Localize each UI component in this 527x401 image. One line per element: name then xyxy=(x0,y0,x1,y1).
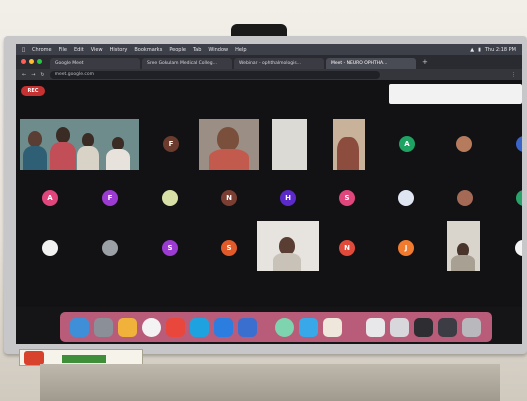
skype-icon[interactable] xyxy=(190,317,209,337)
participant-photo-avatar[interactable] xyxy=(516,136,522,152)
avatar-letter: A xyxy=(404,140,410,148)
participant-avatar[interactable]: S xyxy=(162,240,178,256)
participant-photo-avatar[interactable] xyxy=(516,190,522,206)
participant-photo-avatar[interactable] xyxy=(515,240,522,256)
participant-photo-avatar[interactable] xyxy=(398,190,414,206)
avatar-letter: H xyxy=(285,194,291,202)
finder-icon[interactable] xyxy=(70,317,89,337)
menu-edit[interactable]: Edit xyxy=(74,47,84,53)
participant-avatar[interactable]: F xyxy=(163,136,179,152)
photos-icon[interactable] xyxy=(118,317,137,337)
avatar-letter: J xyxy=(404,244,408,252)
url-text: meet.google.com xyxy=(54,72,95,77)
menu-file[interactable]: File xyxy=(59,47,67,53)
monitor-logo xyxy=(252,347,274,352)
window-controls xyxy=(21,59,42,64)
app-icon[interactable] xyxy=(275,317,294,337)
menu-window[interactable]: Window xyxy=(208,47,228,53)
participant-video[interactable] xyxy=(199,119,259,170)
participant-avatar[interactable]: S xyxy=(339,190,355,206)
participant-photo-avatar[interactable] xyxy=(102,240,118,256)
reload-icon[interactable]: ↻ xyxy=(40,72,44,78)
tab-webinar[interactable]: Webinar - ophthalmologis... xyxy=(234,58,324,69)
app-icon[interactable] xyxy=(323,317,342,337)
menu-people[interactable]: People xyxy=(169,47,186,53)
participant-video[interactable] xyxy=(272,119,307,170)
participant-photo-avatar[interactable] xyxy=(162,190,178,206)
mac-menubar:  Chrome File Edit View History Bookmark… xyxy=(16,44,522,55)
participant-avatar[interactable]: N xyxy=(339,240,355,256)
participant-avatar[interactable]: J xyxy=(398,240,414,256)
app-icon[interactable] xyxy=(299,317,318,337)
participant-video[interactable] xyxy=(333,119,365,170)
avatar-letter: F xyxy=(168,140,174,148)
menu-dots-icon[interactable]: ⋮ xyxy=(511,72,522,78)
tab-meet-neuro[interactable]: Meet - NEURO OPHTHA... xyxy=(326,58,416,69)
launchpad-icon[interactable] xyxy=(94,317,113,337)
avatar-letter: S xyxy=(167,244,173,252)
wifi-icon[interactable]: ▲ xyxy=(470,47,474,53)
participant-photo-avatar[interactable] xyxy=(42,240,58,256)
app-icon[interactable] xyxy=(366,317,385,337)
back-icon[interactable]: ← xyxy=(22,72,26,78)
menu-bookmarks[interactable]: Bookmarks xyxy=(134,47,162,53)
menu-chrome[interactable]: Chrome xyxy=(32,47,52,53)
participant-photo-avatar[interactable] xyxy=(457,190,473,206)
forward-icon[interactable]: → xyxy=(31,72,35,78)
avatar-letter: S xyxy=(344,194,350,202)
participant-video-group[interactable] xyxy=(20,119,139,170)
tab-google-meet[interactable]: Google Meet xyxy=(50,58,140,69)
app-icon[interactable] xyxy=(238,317,257,337)
avatar-letter: F xyxy=(107,194,113,202)
menubar-clock[interactable]: Thu 2:18 PM xyxy=(485,47,516,53)
avatar-letter: N xyxy=(344,244,350,252)
rec-label: REC xyxy=(27,88,39,94)
participant-avatar[interactable]: A xyxy=(42,190,58,206)
avatar-letter: A xyxy=(47,194,53,202)
battery-icon[interactable]: ▮ xyxy=(478,47,481,53)
chrome-icon[interactable] xyxy=(142,317,161,337)
participant-photo-avatar[interactable] xyxy=(456,136,472,152)
avatar-letter: N xyxy=(226,194,232,202)
maximize-window-icon[interactable] xyxy=(37,59,42,64)
participant-avatar[interactable]: H xyxy=(280,190,296,206)
app-icon[interactable] xyxy=(166,317,185,337)
tab-label: Google Meet xyxy=(55,61,84,66)
app-icon[interactable] xyxy=(414,317,433,337)
tab-label: Webinar - ophthalmologis... xyxy=(239,61,301,66)
participant-video[interactable] xyxy=(257,221,319,271)
minimize-window-icon[interactable] xyxy=(29,59,34,64)
menu-tab[interactable]: Tab xyxy=(193,47,201,53)
browser-tabbar: Google Meet Sree Gokulam Medical Colleg.… xyxy=(16,55,522,69)
notification-panel[interactable] xyxy=(389,84,522,104)
participant-avatar[interactable]: F xyxy=(102,190,118,206)
participant-avatar[interactable]: S xyxy=(221,240,237,256)
meet-grid: REC F A A F N H S S S N J xyxy=(16,80,522,307)
monitor-screen:  Chrome File Edit View History Bookmark… xyxy=(16,44,522,344)
close-window-icon[interactable] xyxy=(21,59,26,64)
menu-history[interactable]: History xyxy=(110,47,128,53)
address-toolbar: ← → ↻ meet.google.com ⋮ xyxy=(16,69,522,80)
recording-badge: REC xyxy=(21,86,45,96)
apple-icon[interactable]:  xyxy=(22,47,25,53)
app-icon[interactable] xyxy=(438,317,457,337)
trash-icon[interactable] xyxy=(462,317,481,337)
participant-avatar[interactable]: N xyxy=(221,190,237,206)
new-tab-icon[interactable]: + xyxy=(418,58,432,66)
desk-surface xyxy=(40,364,500,401)
app-icon[interactable] xyxy=(390,317,409,337)
app-icon[interactable] xyxy=(214,317,233,337)
tab-medical-college[interactable]: Sree Gokulam Medical Colleg... xyxy=(142,58,232,69)
menu-view[interactable]: View xyxy=(91,47,103,53)
tab-label: Meet - NEURO OPHTHA... xyxy=(331,61,388,66)
menubar-status: ▲ ▮ Thu 2:18 PM xyxy=(470,47,522,53)
participant-video[interactable] xyxy=(447,221,480,271)
tab-label: Sree Gokulam Medical Colleg... xyxy=(147,61,217,66)
avatar-letter: S xyxy=(226,244,232,252)
menu-help[interactable]: Help xyxy=(235,47,246,53)
mac-dock xyxy=(60,312,492,342)
address-bar[interactable]: meet.google.com xyxy=(49,70,380,79)
participant-avatar[interactable]: A xyxy=(399,136,415,152)
